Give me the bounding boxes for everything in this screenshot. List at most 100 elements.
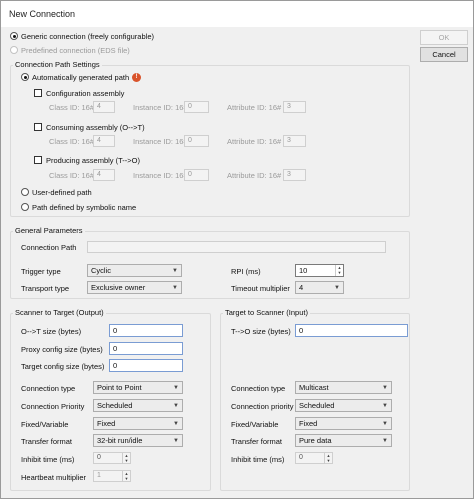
class-id-label: Class ID: 16# xyxy=(49,171,95,180)
instance-id-label: Instance ID: 16# xyxy=(133,171,188,180)
output-priority-select[interactable]: Scheduled ▼ xyxy=(93,399,183,412)
to-size-input[interactable]: 0 xyxy=(295,324,408,337)
spin-down-icon[interactable]: ▼ xyxy=(338,270,342,275)
chevron-down-icon: ▼ xyxy=(334,285,340,291)
new-connection-dialog: New Connection OK Cancel Generic connect… xyxy=(0,0,474,499)
target-config-size-input[interactable]: 0 xyxy=(109,359,183,372)
connection-path-label: Connection Path xyxy=(21,243,77,252)
input-inhibit-time-label: Inhibit time (ms) xyxy=(231,455,285,464)
heartbeat-multiplier-label: Heartbeat multiplier xyxy=(21,473,87,482)
instance-id-label: Instance ID: 16# xyxy=(133,103,188,112)
class-id-field[interactable]: 4 xyxy=(93,169,115,181)
title-bar: New Connection xyxy=(1,1,473,27)
rpi-input[interactable]: 10 ▲ ▼ xyxy=(295,264,344,277)
output-transfer-format-select[interactable]: 32-bit run/idle ▼ xyxy=(93,434,183,447)
transport-type-select[interactable]: Exclusive owner ▼ xyxy=(87,281,182,294)
transport-type-value: Exclusive owner xyxy=(91,283,146,292)
inhibit-spinner[interactable]: ▲ ▼ xyxy=(324,453,332,464)
output-connection-type-label: Connection type xyxy=(21,384,76,393)
rpi-spinner[interactable]: ▲ ▼ xyxy=(335,265,343,276)
input-inhibit-time-input[interactable]: 0 ▲ ▼ xyxy=(295,452,333,464)
symbolic-path-label: Path defined by symbolic name xyxy=(32,203,137,212)
input-priority-select[interactable]: Scheduled ▼ xyxy=(295,399,392,412)
chevron-down-icon: ▼ xyxy=(172,268,178,274)
symbolic-path-radio[interactable] xyxy=(21,203,29,211)
spin-down-icon[interactable]: ▼ xyxy=(125,476,129,481)
heartbeat-spinner[interactable]: ▲ ▼ xyxy=(122,471,130,482)
trigger-type-select[interactable]: Cyclic ▼ xyxy=(87,264,182,277)
trigger-type-label: Trigger type xyxy=(21,267,61,276)
output-group-label: Scanner to Target (Output) xyxy=(13,308,106,317)
output-fixed-variable-value: Fixed xyxy=(97,419,116,428)
connection-path-field[interactable] xyxy=(87,241,386,253)
spin-down-icon[interactable]: ▼ xyxy=(327,458,331,463)
connection-path-group-label: Connection Path Settings xyxy=(13,60,102,69)
class-id-field[interactable]: 4 xyxy=(93,135,115,147)
attribute-id-field[interactable]: 3 xyxy=(283,169,306,181)
output-fixed-variable-label: Fixed/Variable xyxy=(21,420,69,429)
warning-icon: ! xyxy=(132,73,141,82)
attribute-id-label: Attribute ID: 16# xyxy=(227,137,282,146)
chevron-down-icon: ▼ xyxy=(382,438,388,444)
consuming-assembly-label: Consuming assembly (O-->T) xyxy=(46,123,145,132)
window-title: New Connection xyxy=(9,9,76,19)
inhibit-spinner[interactable]: ▲ ▼ xyxy=(122,453,130,464)
attribute-id-label: Attribute ID: 16# xyxy=(227,103,282,112)
output-transfer-format-value: 32-bit run/idle xyxy=(97,436,143,445)
instance-id-field[interactable]: 0 xyxy=(184,169,209,181)
input-transfer-format-label: Transfer format xyxy=(231,437,282,446)
input-inhibit-time-value: 0 xyxy=(299,454,303,461)
consuming-assembly-checkbox[interactable] xyxy=(34,123,42,131)
output-inhibit-time-input[interactable]: 0 ▲ ▼ xyxy=(93,452,131,464)
producing-assembly-checkbox[interactable] xyxy=(34,156,42,164)
instance-id-field[interactable]: 0 xyxy=(184,135,209,147)
rpi-label: RPI (ms) xyxy=(231,267,261,276)
proxy-config-size-input[interactable]: 0 xyxy=(109,342,183,355)
configuration-assembly-label: Configuration assembly xyxy=(46,89,125,98)
attribute-id-field[interactable]: 3 xyxy=(283,101,306,113)
output-fixed-variable-select[interactable]: Fixed ▼ xyxy=(93,417,183,430)
class-id-field[interactable]: 4 xyxy=(93,101,115,113)
chevron-down-icon: ▼ xyxy=(382,421,388,427)
input-fixed-variable-select[interactable]: Fixed ▼ xyxy=(295,417,392,430)
input-fixed-variable-value: Fixed xyxy=(299,419,318,428)
generic-connection-radio[interactable] xyxy=(10,32,18,40)
chevron-down-icon: ▼ xyxy=(382,385,388,391)
cancel-button[interactable]: Cancel xyxy=(420,47,468,62)
input-fixed-variable-label: Fixed/Variable xyxy=(231,420,279,429)
ot-size-input[interactable]: 0 xyxy=(109,324,183,337)
input-connection-type-select[interactable]: Multicast ▼ xyxy=(295,381,392,394)
user-defined-path-label: User-defined path xyxy=(32,188,92,197)
chevron-down-icon: ▼ xyxy=(173,421,179,427)
output-transfer-format-label: Transfer format xyxy=(21,437,72,446)
attribute-id-field[interactable]: 3 xyxy=(283,135,306,147)
general-parameters-group-label: General Parameters xyxy=(13,226,85,235)
attribute-id-label: Attribute ID: 16# xyxy=(227,171,282,180)
to-size-label: T-->O size (bytes) xyxy=(231,327,291,336)
output-priority-value: Scheduled xyxy=(97,401,133,410)
input-connection-type-value: Multicast xyxy=(299,383,329,392)
output-connection-type-select[interactable]: Point to Point ▼ xyxy=(93,381,183,394)
rpi-value: 10 xyxy=(299,266,308,275)
auto-path-radio[interactable] xyxy=(21,73,29,81)
proxy-config-size-label: Proxy config size (bytes) xyxy=(21,345,103,354)
spin-down-icon[interactable]: ▼ xyxy=(125,458,129,463)
transport-type-label: Transport type xyxy=(21,284,70,293)
producing-assembly-label: Producing assembly (T-->O) xyxy=(46,156,140,165)
input-transfer-format-select[interactable]: Pure data ▼ xyxy=(295,434,392,447)
class-id-label: Class ID: 16# xyxy=(49,137,95,146)
user-defined-path-radio[interactable] xyxy=(21,188,29,196)
instance-id-field[interactable]: 0 xyxy=(184,101,209,113)
input-group-label: Target to Scanner (Input) xyxy=(223,308,310,317)
timeout-multiplier-select[interactable]: 4 ▼ xyxy=(295,281,344,294)
predefined-connection-radio[interactable] xyxy=(10,46,18,54)
configuration-assembly-checkbox[interactable] xyxy=(34,89,42,97)
output-connection-type-value: Point to Point xyxy=(97,383,142,392)
chevron-down-icon: ▼ xyxy=(173,403,179,409)
input-priority-label: Connection priority xyxy=(231,402,294,411)
ok-button[interactable]: OK xyxy=(420,30,468,45)
heartbeat-multiplier-value: 1 xyxy=(97,472,101,479)
chevron-down-icon: ▼ xyxy=(173,438,179,444)
chevron-down-icon: ▼ xyxy=(382,403,388,409)
heartbeat-multiplier-input[interactable]: 1 ▲ ▼ xyxy=(93,470,131,482)
